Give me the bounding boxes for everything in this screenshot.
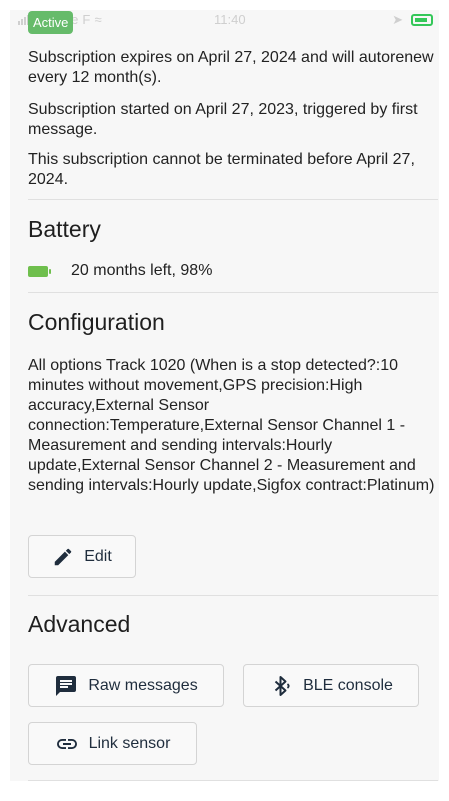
- advanced-heading: Advanced: [28, 611, 131, 637]
- status-time: 11:40: [214, 12, 246, 27]
- battery-status-row: 20 months left, 98%: [28, 262, 212, 280]
- divider: [28, 595, 438, 596]
- edit-button[interactable]: Edit: [28, 535, 136, 578]
- battery-icon: [28, 265, 51, 277]
- bluetooth-icon: [274, 675, 290, 696]
- status-badge: Active: [28, 11, 74, 34]
- ble-console-label: BLE console: [303, 676, 393, 694]
- link-sensor-label: Link sensor: [88, 734, 171, 752]
- ble-console-button[interactable]: BLE console: [243, 664, 419, 707]
- status-battery-icon: [411, 14, 433, 26]
- raw-messages-label: Raw messages: [88, 676, 198, 694]
- divider: [28, 292, 438, 293]
- battery-status-text: 20 months left, 98%: [71, 262, 213, 279]
- edit-button-label: Edit: [84, 547, 112, 565]
- divider: [28, 199, 438, 200]
- link-icon: [56, 738, 77, 749]
- message-icon: [56, 675, 77, 696]
- pencil-icon: [54, 548, 72, 565]
- configuration-heading: Configuration: [28, 309, 165, 335]
- location-icon: ➤: [392, 12, 403, 27]
- subscription-termination-text: This subscription cannot be terminated b…: [28, 151, 415, 188]
- link-sensor-button[interactable]: Link sensor: [28, 722, 197, 765]
- wifi-icon: ≈: [94, 12, 102, 27]
- raw-messages-button[interactable]: Raw messages: [28, 664, 224, 707]
- subscription-expiry-text: Subscription expires on April 27, 2024 a…: [28, 49, 434, 86]
- subscription-start-text: Subscription started on April 27, 2023, …: [28, 101, 418, 138]
- status-right: ➤: [392, 12, 433, 28]
- divider: [28, 780, 438, 781]
- configuration-description: All options Track 1020 (When is a stop d…: [28, 357, 435, 494]
- battery-heading: Battery: [28, 216, 101, 242]
